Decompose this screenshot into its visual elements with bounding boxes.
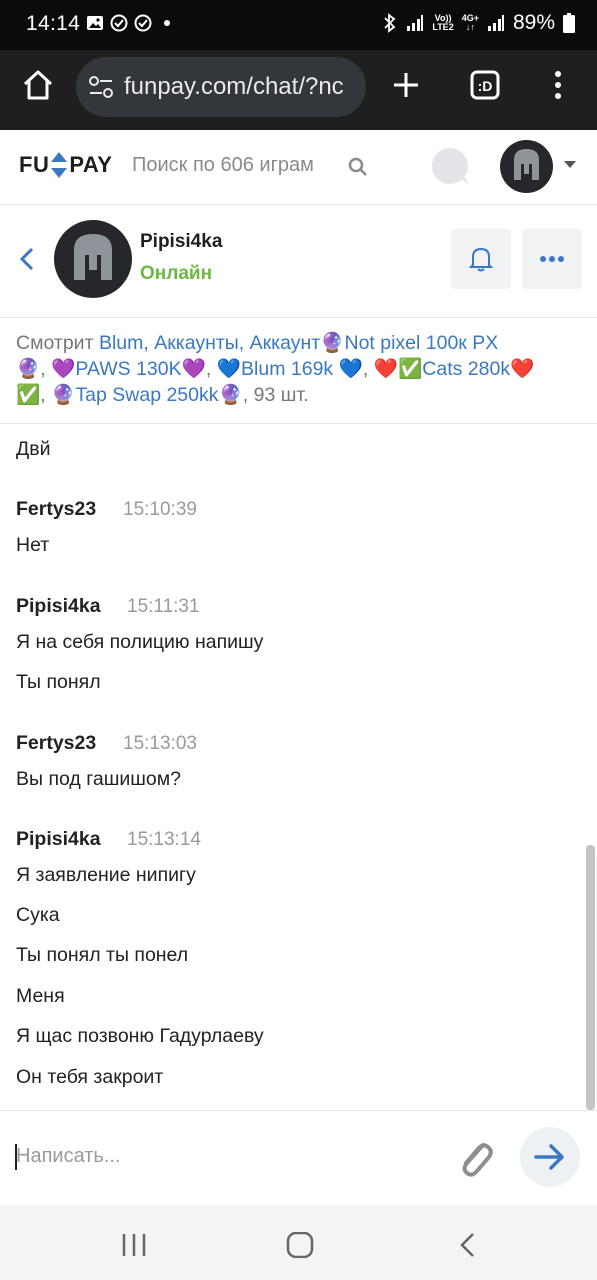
status-bar: 14:14 Vo)) LTE2 4G+ ↓↑ 89% [0,0,597,50]
message-text: Сука [16,904,60,926]
message-text: Нет [16,534,50,556]
chat-bubble-icon[interactable] [431,147,471,187]
site-settings-icon[interactable] [88,75,114,99]
send-button[interactable] [520,1127,580,1187]
message-author[interactable]: Fertys23 [16,498,96,521]
message-text: Ты понял ты понел [16,944,189,966]
back-nav-icon[interactable] [458,1232,478,1258]
message-author[interactable]: Pipisi4ka [16,828,101,851]
viewing-link-5[interactable]: Cats 280k [422,358,510,380]
viewing-info: Смотрит Blum, Аккаунты, Аккаунт🔮Not pixe… [16,332,535,406]
site-header: FU PAY Поиск по 606 играм [0,130,597,205]
signal-icon-2 [487,15,504,31]
url-text: funpay.com/chat/?nc [124,73,344,100]
viewing-link-4[interactable]: Blum 169k [241,358,339,380]
viewing-link-2[interactable]: Not pixel 100к PX [344,332,498,354]
message-composer: Написать... [0,1110,597,1206]
message-text: Я на себя полицию напишу [16,631,264,653]
message-author[interactable]: Pipisi4ka [16,595,101,618]
chevron-down-icon[interactable] [564,161,576,169]
message-time: 15:13:14 [127,829,201,850]
recent-apps-icon[interactable] [120,1232,148,1258]
notification-icons [86,14,176,32]
bluetooth-icon [384,13,396,33]
chat-header: Pipisi4ka Онлайн [0,205,597,318]
notifications-button[interactable] [451,229,511,289]
svg-text::D: :D [478,78,493,94]
more-menu-icon[interactable] [550,69,566,101]
new-tab-icon[interactable] [390,69,422,101]
search-icon[interactable] [348,157,368,177]
message-text: Он тебя закроит [16,1066,164,1088]
message-input[interactable]: Написать... [16,1145,121,1168]
signal-icon [407,15,424,31]
viewing-link-3[interactable]: PAWS 130K [75,358,181,380]
divider [0,423,597,424]
system-indicators: Vo)) LTE2 4G+ ↓↑ 89% [382,11,575,35]
message-time: 15:10:39 [123,499,197,520]
dots-icon [540,256,564,262]
address-bar[interactable]: funpay.com/chat/?nc [76,57,366,117]
send-arrow-icon [534,1144,564,1170]
viewing-link-1[interactable]: Blum, Аккаунты, Аккаунт [99,332,320,354]
online-status: Онлайн [140,263,213,284]
message-text: Я заявление нипигу [16,864,196,886]
home-nav-icon[interactable] [286,1232,314,1258]
battery-icon [563,13,575,33]
spartan-helmet-icon [514,149,539,180]
contact-name[interactable]: Pipisi4ka [140,231,222,253]
tabs-icon[interactable]: :D [469,69,501,101]
message-time: 15:11:31 [127,596,200,617]
dot-icon [164,20,170,26]
check-circle-icon-2 [134,14,152,32]
message-text: Меня [16,985,65,1007]
gallery-icon [87,16,103,30]
scrollbar[interactable] [586,845,595,1110]
check-circle-icon [110,14,128,32]
message-text: Вы под гашишом? [16,768,182,790]
contact-avatar[interactable] [54,220,132,298]
network-type: Vo)) LTE2 [432,13,454,32]
paperclip-icon[interactable] [455,1133,495,1181]
logo-arrows-icon [51,152,68,178]
message-text: Я щас позвоню Гадурлаеву [16,1025,264,1047]
user-avatar[interactable] [500,140,553,193]
message-author[interactable]: Fertys23 [16,732,96,755]
status-time: 14:14 [26,12,81,35]
home-icon[interactable] [20,67,56,103]
battery-percent: 89% [512,11,555,34]
data-type: 4G+ ↓↑ [461,13,479,32]
android-nav-bar [0,1205,597,1280]
more-options-button[interactable] [522,229,582,289]
message-text: Двй [16,438,51,460]
message-text: Ты понял [16,671,101,693]
funpay-logo[interactable]: FU PAY [19,150,112,180]
bell-icon [469,247,493,272]
back-icon[interactable] [18,246,36,272]
spartan-helmet-icon [74,234,112,280]
search-input[interactable]: Поиск по 606 играм [132,154,314,177]
message-time: 15:13:03 [123,733,197,754]
browser-toolbar: funpay.com/chat/?nc :D [0,50,597,130]
viewing-link-6[interactable]: Tap Swap 250kk [75,384,218,406]
